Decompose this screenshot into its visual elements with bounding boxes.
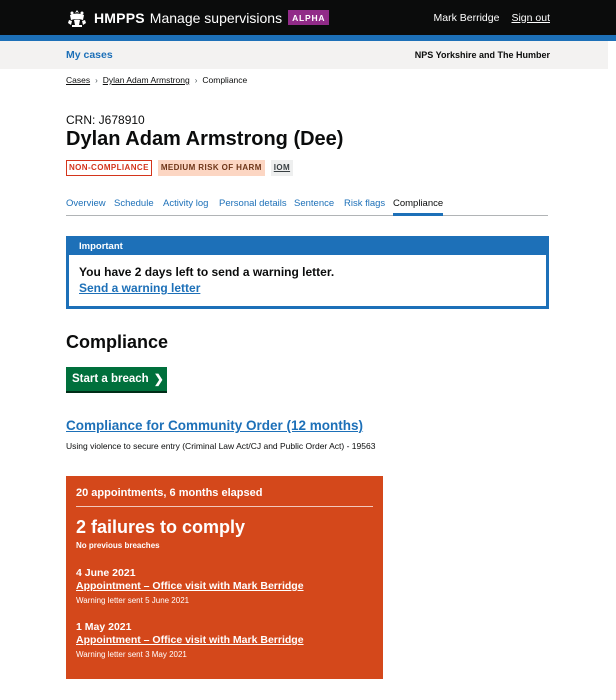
banner-text: You have 2 days left to send a warning l… bbox=[79, 265, 335, 279]
my-cases-link[interactable]: My cases bbox=[66, 49, 113, 61]
previous-breaches: No previous breaches bbox=[76, 541, 160, 550]
non-compliance-tag: NON-COMPLIANCE bbox=[66, 160, 152, 176]
start-breach-button[interactable]: Start a breach ❯ bbox=[66, 367, 167, 391]
tab-overview[interactable]: Overview bbox=[66, 198, 106, 209]
tab-risk-flags[interactable]: Risk flags bbox=[344, 198, 385, 209]
user-name: Mark Berridge bbox=[433, 11, 500, 24]
status-tags: NON-COMPLIANCE MEDIUM RISK OF HARM IOM bbox=[66, 160, 299, 176]
chevron-right-icon: ❯ bbox=[153, 372, 164, 386]
phase-tag: ALPHA bbox=[288, 10, 330, 25]
sign-out-link[interactable]: Sign out bbox=[511, 12, 550, 24]
tab-activity-log[interactable]: Activity log bbox=[163, 198, 208, 209]
risk-of-harm-tag: MEDIUM RISK OF HARM bbox=[157, 160, 265, 176]
hmpps-logo[interactable]: HMPPS bbox=[94, 10, 145, 26]
page-title: Dylan Adam Armstrong (Dee) bbox=[66, 128, 344, 150]
community-order-link[interactable]: Compliance for Community Order (12 month… bbox=[66, 418, 363, 433]
failure-entry: 1 May 2021 Appointment – Office visit wi… bbox=[76, 621, 304, 659]
breadcrumb-current: Compliance bbox=[202, 75, 248, 85]
panel-divider bbox=[76, 506, 373, 507]
region-label: NPS Yorkshire and The Humber bbox=[414, 50, 550, 60]
service-name[interactable]: Manage supervisions bbox=[150, 10, 282, 26]
failure-entry: 4 June 2021 Appointment – Office visit w… bbox=[76, 567, 304, 605]
appointment-link[interactable]: Appointment – Office visit with Mark Ber… bbox=[76, 634, 304, 646]
tab-compliance[interactable]: Compliance bbox=[393, 198, 443, 209]
warning-letter-note: Warning letter sent 3 May 2021 bbox=[76, 650, 187, 659]
offence-description: Using violence to secure entry (Criminal… bbox=[66, 441, 376, 451]
compliance-heading: Compliance bbox=[66, 332, 169, 352]
send-warning-letter-link[interactable]: Send a warning letter bbox=[79, 281, 200, 295]
breadcrumb-person[interactable]: Dylan Adam Armstrong bbox=[103, 75, 190, 85]
site-header: HMPPS Manage supervisions ALPHA Mark Ber… bbox=[0, 0, 616, 35]
appointment-link[interactable]: Appointment – Office visit with Mark Ber… bbox=[76, 580, 304, 592]
iom-tag[interactable]: IOM bbox=[270, 160, 294, 176]
breadcrumb-cases[interactable]: Cases bbox=[66, 75, 90, 85]
failure-date: 1 May 2021 bbox=[76, 621, 132, 633]
warning-letter-note: Warning letter sent 5 June 2021 bbox=[76, 596, 190, 605]
failures-count: 2 failures to comply bbox=[76, 517, 246, 537]
tab-schedule[interactable]: Schedule bbox=[114, 198, 154, 209]
tab-personal-details[interactable]: Personal details bbox=[219, 198, 287, 209]
breadcrumb-chevron-icon: › bbox=[95, 75, 98, 85]
breadcrumb-chevron-icon: › bbox=[194, 75, 198, 85]
failure-date: 4 June 2021 bbox=[76, 567, 136, 579]
case-tabs: Overview Schedule Activity log Personal … bbox=[66, 193, 548, 216]
appointments-summary: 20 appointments, 6 months elapsed bbox=[76, 487, 263, 499]
crn-label: CRN: J678910 bbox=[66, 113, 145, 127]
compliance-panel: 20 appointments, 6 months elapsed 2 fail… bbox=[66, 476, 383, 679]
start-breach-label: Start a breach bbox=[72, 373, 149, 385]
tab-sentence[interactable]: Sentence bbox=[294, 198, 334, 209]
active-tab-indicator bbox=[393, 213, 443, 216]
breadcrumb: Cases › Dylan Adam Armstrong › Complianc… bbox=[66, 75, 247, 85]
crown-crest-icon bbox=[68, 9, 86, 27]
banner-title: Important bbox=[69, 239, 546, 255]
important-banner: Important You have 2 days left to send a… bbox=[66, 236, 549, 309]
sub-navigation: My cases NPS Yorkshire and The Humber bbox=[0, 41, 608, 69]
